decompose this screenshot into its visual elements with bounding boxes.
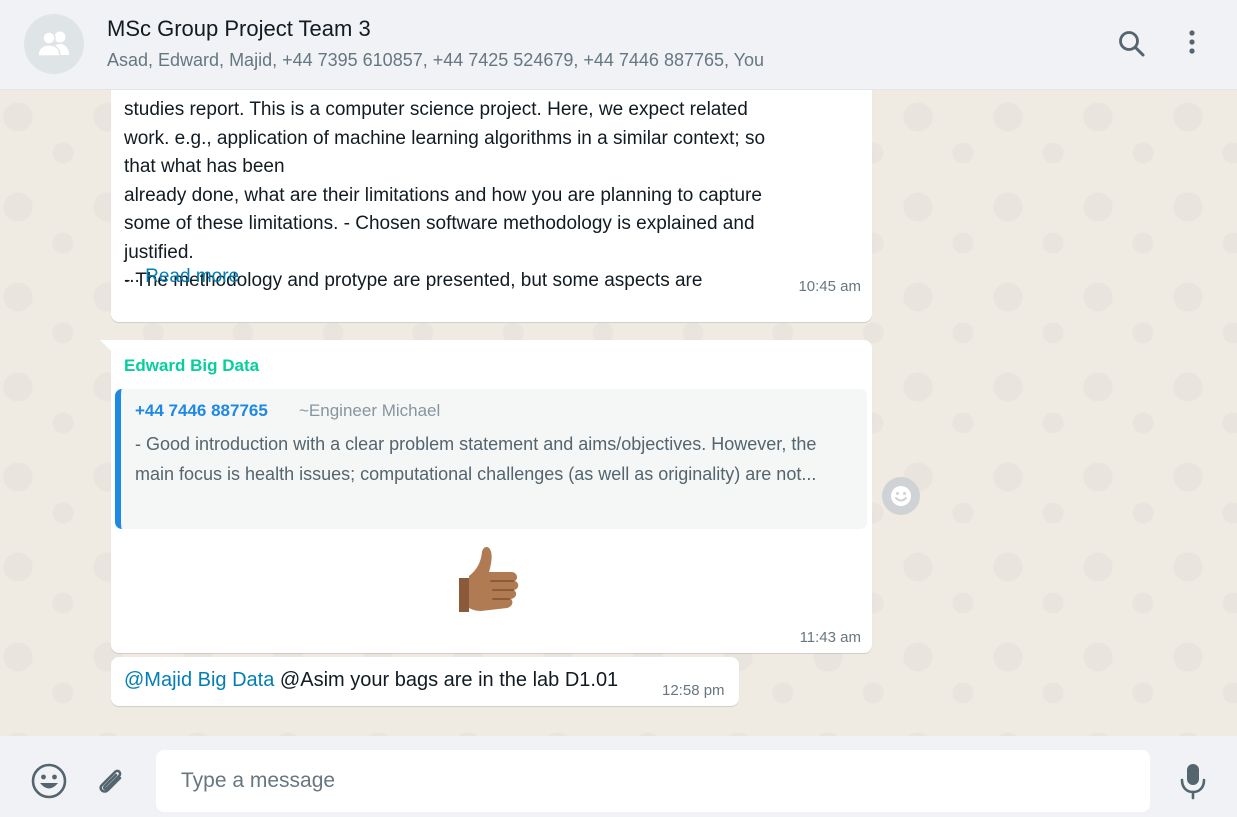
message-time: 10:45 am	[798, 278, 861, 295]
chat-members[interactable]: Asad, Edward, Majid, +44 7395 610857, +4…	[107, 50, 764, 71]
thumbs-up-emoji-icon	[459, 547, 519, 612]
sender-name[interactable]: Edward Big Data	[124, 356, 259, 376]
chat-header: MSc Group Project Team 3 Asad, Edward, M…	[0, 0, 1237, 90]
menu-icon[interactable]	[1176, 28, 1208, 60]
message-bubble[interactable]: studies report. This is a computer scien…	[111, 90, 872, 322]
read-more-link[interactable]: Read more	[145, 266, 239, 287]
emoji-icon[interactable]	[30, 762, 68, 800]
quoted-message[interactable]: +44 7446 887765 ~Engineer Michael - Good…	[115, 389, 867, 529]
message-time: 11:43 am	[799, 629, 861, 646]
message-input[interactable]	[156, 750, 1150, 812]
compose-bar	[0, 736, 1237, 817]
message-bubble[interactable]: Edward Big Data +44 7446 887765 ~Enginee…	[111, 340, 872, 653]
mic-icon[interactable]	[1178, 762, 1208, 800]
whatsapp-window: MSc Group Project Team 3 Asad, Edward, M…	[0, 0, 1237, 817]
search-icon[interactable]	[1116, 28, 1148, 60]
message-text: @Majid Big Data @Asim your bags are in t…	[124, 669, 618, 692]
mention-link[interactable]: @Majid Big Data	[124, 669, 274, 691]
read-more-line: ... Read more	[124, 263, 239, 291]
ellipsis: ...	[124, 266, 146, 287]
chat-area[interactable]: studies report. This is a computer scien…	[0, 90, 1237, 736]
react-button[interactable]	[882, 477, 920, 515]
group-avatar-icon	[37, 31, 69, 57]
smiley-icon	[891, 486, 911, 506]
quote-alias: ~Engineer Michael	[299, 401, 441, 420]
quote-author: +44 7446 887765	[135, 401, 268, 420]
group-avatar[interactable]	[24, 14, 84, 74]
quote-text: - Good introduction with a clear problem…	[135, 434, 817, 484]
message-bubble[interactable]: @Majid Big Data @Asim your bags are in t…	[111, 657, 739, 706]
message-time: 12:58 pm	[662, 682, 725, 699]
message-body: @Asim your bags are in the lab D1.01	[274, 669, 619, 691]
chat-title[interactable]: MSc Group Project Team 3	[107, 16, 371, 42]
attach-icon[interactable]	[94, 764, 128, 798]
